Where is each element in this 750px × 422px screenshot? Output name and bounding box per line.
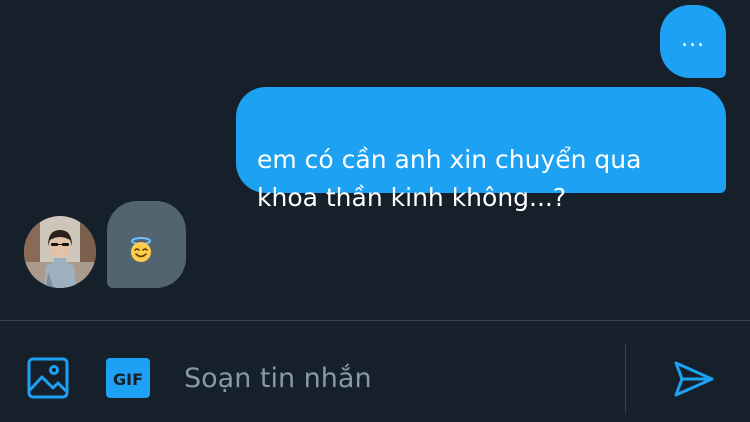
contact-avatar[interactable] (24, 216, 96, 288)
gif-label: GIF (113, 370, 143, 389)
composer-divider (0, 320, 750, 321)
outgoing-message-bubble[interactable]: em có cần anh xin chuyển qua khoa thần k… (236, 87, 726, 212)
send-separator (625, 343, 626, 413)
outgoing-message-bubble[interactable]: ... (660, 5, 726, 78)
incoming-message-bubble[interactable] (107, 201, 186, 288)
avatar-photo (24, 216, 96, 288)
message-text: em có cần anh xin chuyển qua khoa thần k… (257, 145, 642, 212)
smiling-face-with-halo-icon (130, 236, 151, 262)
gif-icon[interactable]: GIF (106, 358, 150, 398)
message-text: ... (681, 27, 705, 52)
image-icon[interactable] (27, 357, 69, 399)
dm-conversation-screen: ... em có cần anh xin chuyển qua khoa th… (0, 0, 750, 422)
send-icon[interactable] (673, 360, 715, 398)
message-input[interactable] (184, 355, 604, 401)
